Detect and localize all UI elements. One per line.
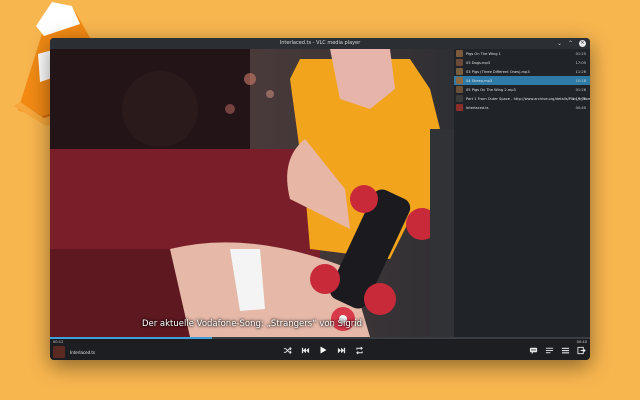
playlist-item[interactable]: 03 Pigs (Three Different Ones).mp3 11:26 <box>454 67 590 76</box>
now-playing-title: Interlaced.ts <box>70 350 96 355</box>
playlist-item-duration: 00:40 <box>575 105 586 110</box>
playlist-item[interactable]: 04 Sheep.mp3 10:18 <box>454 76 590 85</box>
window-title: Interlaced.ts - VLC media player <box>279 40 361 46</box>
playlist-item-thumbnail <box>456 86 463 93</box>
menu-button[interactable] <box>560 345 570 355</box>
shuffle-icon <box>283 346 292 354</box>
fullscreen-icon <box>576 346 586 354</box>
fullscreen-button[interactable] <box>576 345 586 355</box>
playlist-item-thumbnail <box>456 104 463 111</box>
playlist-item-title: Pigs On The Wing 1 <box>466 51 501 56</box>
close-icon[interactable]: × <box>579 40 586 47</box>
control-bar: 00:12 00:40 Interlaced.ts <box>50 337 590 360</box>
vlc-window: Interlaced.ts - VLC media player ⌄ ⌃ × D… <box>50 38 590 360</box>
seek-bar-fill <box>50 337 212 339</box>
video-frame <box>50 49 454 337</box>
shuffle-button[interactable] <box>282 345 292 355</box>
chevron-down-icon[interactable]: ⌄ <box>557 38 562 49</box>
subtitles-icon <box>529 347 537 354</box>
repeat-icon <box>355 346 363 354</box>
playlist-item[interactable]: Pigs On The Wing 1 01:25 <box>454 49 590 58</box>
playlist-item-thumbnail <box>456 59 463 66</box>
next-button[interactable] <box>336 345 346 355</box>
playlist-panel[interactable]: Pigs On The Wing 1 01:25 03 Dogs.mp3 17:05 0… <box>454 49 590 337</box>
previous-icon <box>301 347 309 353</box>
playlist-item-title: 05 Pigs On The Wing 2.mp3 <box>466 87 516 92</box>
playlist-item-title: Interlaced.ts <box>466 105 489 110</box>
video-area[interactable]: Der aktuelle Vodafone-Song: „Strangers“ … <box>50 49 454 337</box>
chevron-up-icon[interactable]: ⌃ <box>568 38 573 49</box>
playlist-item-duration: 01:26 <box>575 87 586 92</box>
playlist-item-duration: 17:05 <box>575 60 586 65</box>
time-elapsed: 00:12 <box>53 340 64 344</box>
playlist-icon <box>545 347 553 353</box>
previous-button[interactable] <box>300 345 310 355</box>
subtitle-text: Der aktuelle Vodafone-Song: „Strangers“ … <box>141 319 363 329</box>
playlist-item-duration: 01:25 <box>575 51 586 56</box>
playlist-item-thumbnail <box>456 95 463 102</box>
playlist-item-thumbnail <box>456 77 463 84</box>
playlist-item-title: 04 Sheep.mp3 <box>466 78 493 83</box>
menu-icon <box>561 347 569 353</box>
playlist-item-title: 03 Pigs (Three Different Ones).mp3 <box>466 69 530 74</box>
next-icon <box>337 347 345 353</box>
playlist-button[interactable] <box>544 345 554 355</box>
play-icon <box>320 346 327 354</box>
seek-bar[interactable] <box>50 337 590 339</box>
playlist-item-thumbnail <box>456 50 463 57</box>
playlist-item[interactable]: Part 1 From Outer Space - http://www.arc… <box>454 94 590 103</box>
now-playing-artwork[interactable] <box>53 346 65 358</box>
title-bar: Interlaced.ts - VLC media player ⌄ ⌃ × <box>50 38 590 49</box>
playlist-item-duration: 11:26 <box>575 69 586 74</box>
playlist-item[interactable]: 03 Dogs.mp3 17:05 <box>454 58 590 67</box>
playlist-item-duration: 1:19:08 <box>572 96 586 101</box>
playlist-item[interactable]: Interlaced.ts 00:40 <box>454 103 590 112</box>
time-total: 00:40 <box>576 340 587 344</box>
subtitles-button[interactable] <box>528 345 538 355</box>
repeat-button[interactable] <box>354 345 364 355</box>
playlist-item-title: 03 Dogs.mp3 <box>466 60 491 65</box>
playlist-item-duration: 10:18 <box>575 78 586 83</box>
playlist-item-thumbnail <box>456 68 463 75</box>
playlist-item[interactable]: 05 Pigs On The Wing 2.mp3 01:26 <box>454 85 590 94</box>
play-button[interactable] <box>318 345 328 355</box>
